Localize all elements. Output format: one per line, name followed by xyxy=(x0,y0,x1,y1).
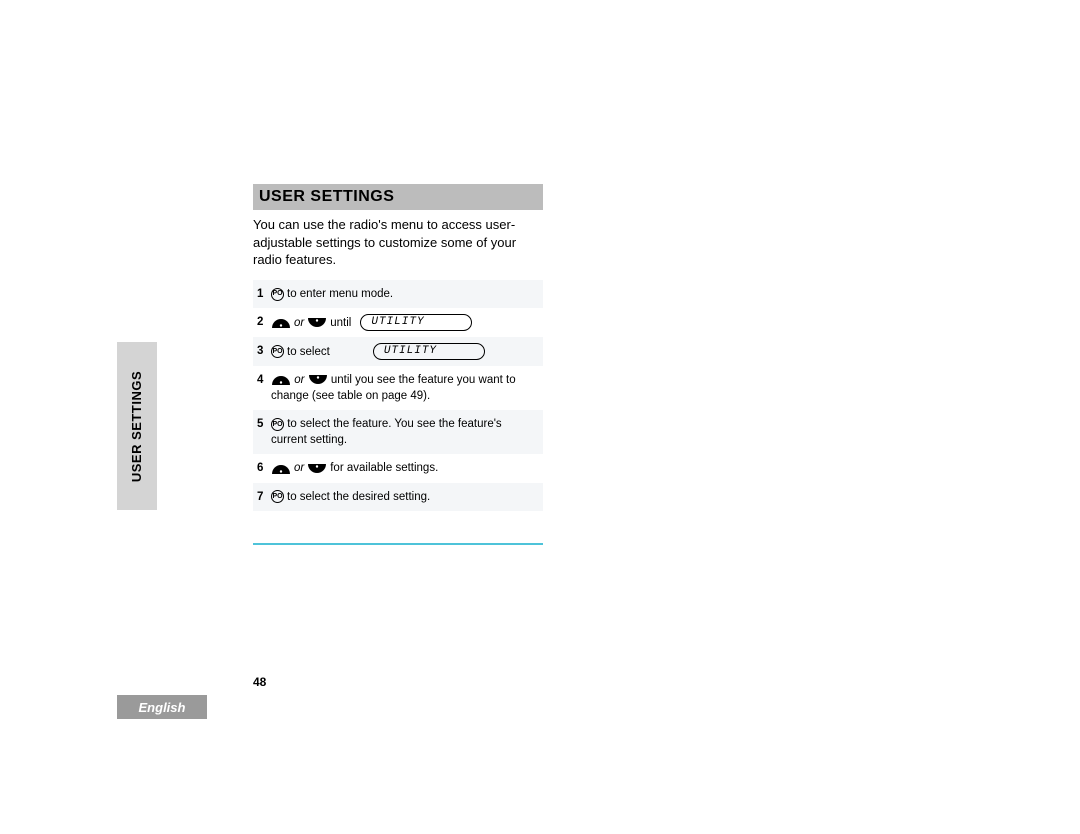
step-text: to select the desired setting. xyxy=(287,489,430,505)
intro-paragraph: You can use the radio's menu to access u… xyxy=(253,216,543,269)
divider-line xyxy=(253,543,543,545)
step-body: PO to select the feature. You see the fe… xyxy=(271,416,539,448)
step-row: 7 PO to select the desired setting. xyxy=(253,483,543,511)
step-number: 1 xyxy=(257,286,271,300)
step-row: 1 PO to enter menu mode. xyxy=(253,280,543,308)
language-tab: English xyxy=(117,695,207,719)
step-text: for available settings. xyxy=(330,460,438,476)
step-body: PO to select the desired setting. xyxy=(271,489,539,505)
step-number: 5 xyxy=(257,416,271,430)
step-text: to select the feature. You see the featu… xyxy=(271,418,502,446)
step-number: 7 xyxy=(257,489,271,503)
step-body: or for available settings. xyxy=(271,460,539,476)
side-tab-label: USER SETTINGS xyxy=(130,370,145,481)
section-header-bar: USER SETTINGS xyxy=(253,184,543,210)
step-text-until: until xyxy=(330,315,351,331)
step-text: to enter menu mode. xyxy=(287,286,393,302)
menu-key-icon: PO xyxy=(271,345,284,358)
step-row: 5 PO to select the feature. You see the … xyxy=(253,410,543,454)
down-dome-icon xyxy=(307,463,327,475)
step-number: 6 xyxy=(257,460,271,474)
step-text-or: or xyxy=(294,374,304,386)
step-row: 4 or until you see the feature you want … xyxy=(253,366,543,410)
step-row: 6 or for available settings. xyxy=(253,454,543,482)
up-dome-icon xyxy=(271,374,291,386)
up-dome-icon xyxy=(271,317,291,329)
page-number: 48 xyxy=(253,675,266,689)
step-text: to select xyxy=(287,344,330,360)
step-body: PO to enter menu mode. xyxy=(271,286,539,302)
lcd-display: UTILITY xyxy=(373,343,485,360)
lcd-display: UTILITY xyxy=(360,314,472,331)
step-text-or: or xyxy=(294,460,304,476)
steps-table: 1 PO to enter menu mode. 2 or until UTIL… xyxy=(253,280,543,511)
step-body: PO to select UTILITY xyxy=(271,343,539,360)
step-body: or until UTILITY xyxy=(271,314,539,331)
step-body: or until you see the feature you want to… xyxy=(271,372,539,404)
manual-page: USER SETTINGS USER SETTINGS You can use … xyxy=(117,0,567,834)
section-header-text: USER SETTINGS xyxy=(259,188,394,206)
step-row: 2 or until UTILITY xyxy=(253,308,543,337)
step-number: 4 xyxy=(257,372,271,386)
menu-key-icon: PO xyxy=(271,288,284,301)
step-number: 2 xyxy=(257,314,271,328)
menu-key-icon: PO xyxy=(271,490,284,503)
menu-key-icon: PO xyxy=(271,418,284,431)
language-label: English xyxy=(139,700,186,715)
up-dome-icon xyxy=(271,463,291,475)
step-row: 3 PO to select UTILITY xyxy=(253,337,543,366)
down-dome-icon xyxy=(308,374,328,386)
down-dome-icon xyxy=(307,317,327,329)
step-number: 3 xyxy=(257,343,271,357)
side-tab: USER SETTINGS xyxy=(117,342,157,510)
step-text-or: or xyxy=(294,315,304,331)
